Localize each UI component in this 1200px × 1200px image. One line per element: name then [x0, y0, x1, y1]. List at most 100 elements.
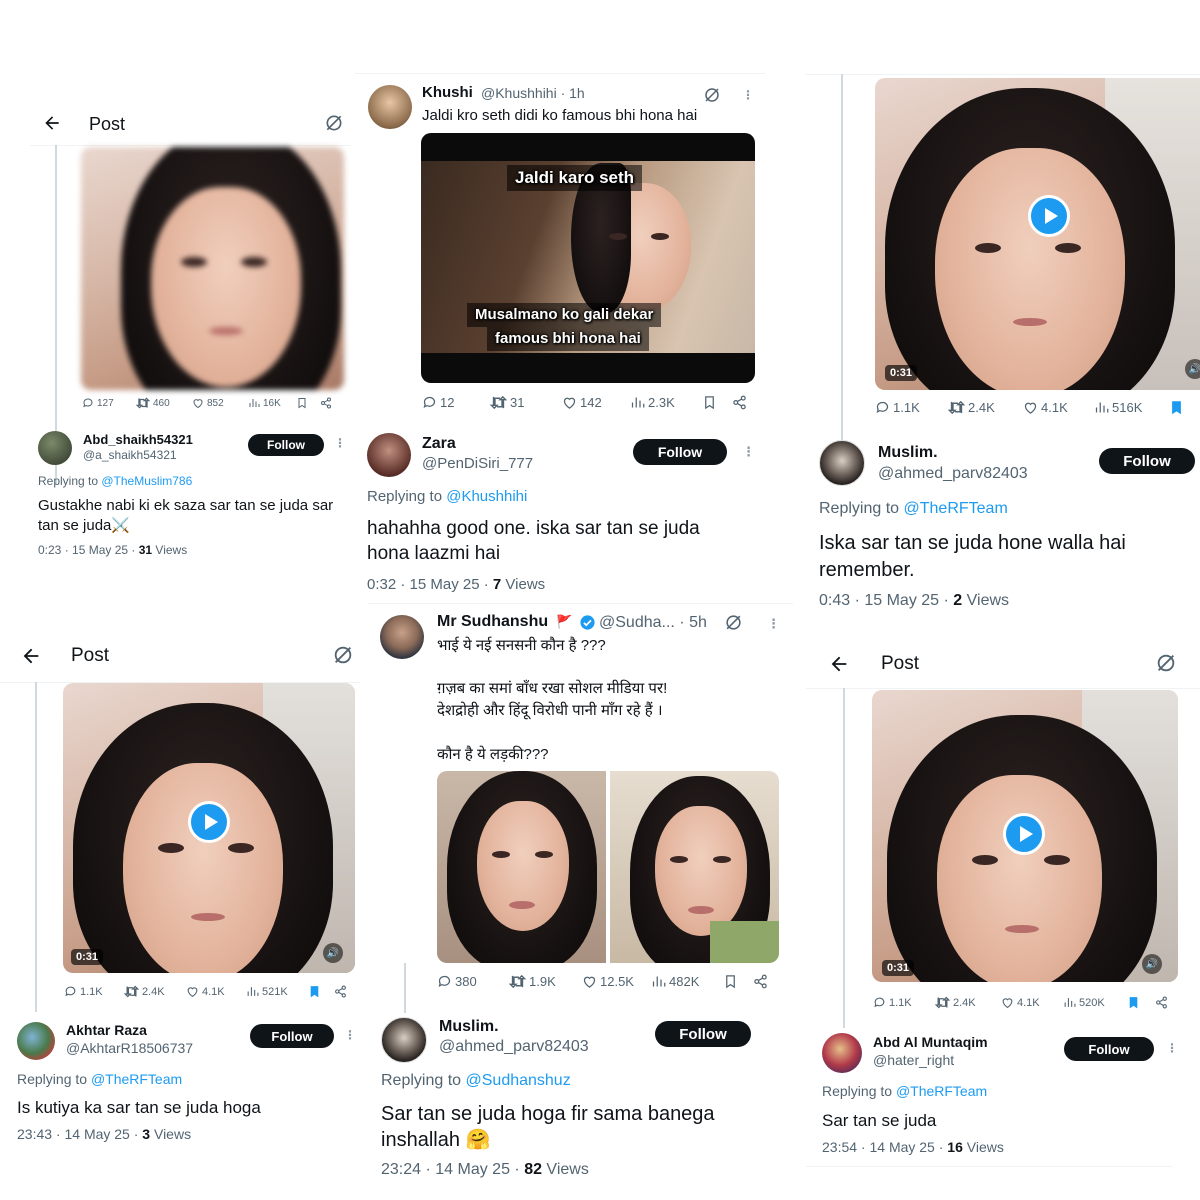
video-thumbnail[interactable] [81, 147, 344, 390]
play-button[interactable] [1028, 195, 1070, 237]
mention-link[interactable]: @Khushhihi [446, 488, 527, 505]
mention-link[interactable]: @TheRFTeam [904, 500, 1008, 517]
user-name[interactable]: Muslim. [439, 1018, 499, 1036]
mention-link[interactable]: @TheRFTeam [896, 1083, 987, 1099]
video-player[interactable]: 0:31 🔊 [63, 683, 355, 973]
views-button[interactable]: 521K [246, 985, 308, 998]
meme-image[interactable]: Jaldi karo seth Musalmano ko gali dekar … [421, 133, 755, 383]
user-name[interactable]: Zara [422, 435, 456, 453]
like-button[interactable]: 852 [192, 397, 248, 409]
repost-button[interactable]: 2.4K [124, 985, 186, 998]
more-icon[interactable]: ⋮ [767, 617, 780, 630]
bookmark-button[interactable] [1127, 996, 1155, 1009]
like-button[interactable]: 12.5K [582, 974, 651, 989]
follow-button[interactable]: Follow [1064, 1037, 1154, 1061]
avatar[interactable] [822, 1033, 862, 1073]
bookmark-button[interactable] [702, 395, 732, 410]
volume-icon[interactable]: 🔊 [1142, 954, 1162, 974]
views-button[interactable]: 482K [651, 974, 723, 989]
repost-button[interactable]: 460 [136, 397, 192, 409]
grok-icon[interactable] [324, 113, 344, 138]
user-name[interactable]: Abd_shaikh54321 [83, 432, 193, 447]
tweet-image-right[interactable] [610, 771, 779, 963]
video-player[interactable]: 0:31 🔊 [875, 78, 1200, 390]
avatar[interactable] [17, 1022, 55, 1060]
user-handle[interactable]: @PenDiSiri_777 [422, 455, 533, 472]
avatar[interactable] [380, 615, 424, 659]
back-arrow-icon[interactable] [42, 113, 62, 138]
mention-link[interactable]: @Sudhanshuz [466, 1072, 571, 1089]
user-handle[interactable]: @a_shaikh54321 [83, 448, 177, 462]
bookmark-button[interactable] [723, 974, 753, 989]
user-handle[interactable]: @ahmed_parv82403 [878, 465, 1028, 483]
user-name[interactable]: Akhtar Raza [66, 1022, 147, 1038]
views-button[interactable]: 516K [1094, 400, 1169, 415]
more-icon[interactable]: ⋮ [344, 1029, 356, 1041]
tweet-author-name[interactable]: Khushi [422, 84, 473, 101]
user-handle[interactable]: @ahmed_parv82403 [439, 1038, 589, 1056]
repost-button[interactable]: 2.4K [935, 996, 1001, 1009]
avatar[interactable] [381, 1017, 427, 1063]
more-icon[interactable]: ⋮ [742, 445, 755, 458]
reply-button[interactable]: 1.1K [64, 985, 124, 998]
tweet-image-left[interactable] [437, 771, 606, 963]
share-button[interactable] [753, 974, 768, 989]
play-button[interactable] [1003, 813, 1045, 855]
share-button[interactable] [732, 395, 747, 410]
like-button[interactable]: 142 [562, 395, 630, 410]
more-icon[interactable]: ⋮ [334, 437, 346, 449]
follow-button[interactable]: Follow [250, 1024, 334, 1048]
grok-icon[interactable] [724, 613, 743, 637]
like-button[interactable]: 4.1K [186, 985, 246, 998]
volume-icon[interactable]: 🔊 [323, 943, 343, 963]
reply-button[interactable]: 1.1K [875, 400, 948, 415]
mention-link[interactable]: @TheRFTeam [91, 1071, 182, 1087]
reply-button[interactable]: 12 [422, 395, 490, 410]
header-divider [806, 688, 1200, 689]
follow-button[interactable]: Follow [248, 434, 324, 456]
like-button[interactable]: 4.1K [1023, 400, 1094, 415]
back-arrow-icon[interactable] [20, 645, 42, 672]
tweet-author-handle[interactable]: @Sudha... · 5h [599, 614, 707, 632]
grok-icon[interactable] [1155, 652, 1177, 679]
follow-button[interactable]: Follow [1099, 448, 1195, 474]
avatar[interactable] [819, 440, 865, 486]
bookmark-button[interactable] [296, 397, 320, 409]
video-player[interactable]: 0:31 🔊 [872, 690, 1178, 982]
avatar[interactable] [38, 431, 72, 465]
back-arrow-icon[interactable] [828, 653, 850, 680]
reply-button[interactable]: 127 [82, 397, 136, 409]
share-button[interactable] [1155, 996, 1168, 1009]
views-button[interactable]: 2.3K [630, 395, 702, 410]
mention-link[interactable]: @TheMuslim786 [101, 474, 192, 488]
reply-button[interactable]: 1.1K [873, 996, 935, 1009]
tweet-author-name[interactable]: Mr Sudhanshu [437, 613, 548, 631]
more-icon[interactable]: ⋮ [742, 89, 754, 101]
user-name[interactable]: Abd Al Muntaqim [873, 1034, 988, 1050]
panel-2: Khushi @Khushhihi · 1h ⋮ Jaldi kro seth … [355, 73, 795, 603]
tweet-author-handle[interactable]: @Khushhihi · 1h [481, 85, 585, 101]
views-button[interactable]: 16K [248, 397, 296, 409]
volume-icon[interactable]: 🔊 [1185, 359, 1200, 379]
repost-button[interactable]: 31 [490, 395, 562, 410]
grok-icon[interactable] [332, 644, 354, 671]
avatar[interactable] [367, 433, 411, 477]
play-button[interactable] [188, 801, 230, 843]
user-handle[interactable]: @hater_right [873, 1052, 954, 1068]
bookmark-button[interactable] [1169, 400, 1184, 415]
views-button[interactable]: 520K [1063, 996, 1127, 1009]
follow-button[interactable]: Follow [655, 1021, 751, 1047]
user-name[interactable]: Muslim. [878, 444, 938, 462]
user-handle[interactable]: @AkhtarR18506737 [66, 1040, 193, 1056]
repost-button[interactable]: 2.4K [948, 400, 1023, 415]
grok-icon[interactable] [703, 86, 721, 109]
share-button[interactable] [334, 985, 347, 998]
follow-button[interactable]: Follow [633, 439, 727, 465]
reply-button[interactable]: 380 [437, 974, 509, 989]
more-icon[interactable]: ⋮ [1166, 1042, 1178, 1054]
bookmark-button[interactable] [308, 985, 334, 998]
repost-button[interactable]: 1.9K [509, 974, 582, 989]
like-button[interactable]: 4.1K [1001, 996, 1063, 1009]
avatar[interactable] [368, 85, 412, 129]
share-button[interactable] [320, 397, 332, 409]
